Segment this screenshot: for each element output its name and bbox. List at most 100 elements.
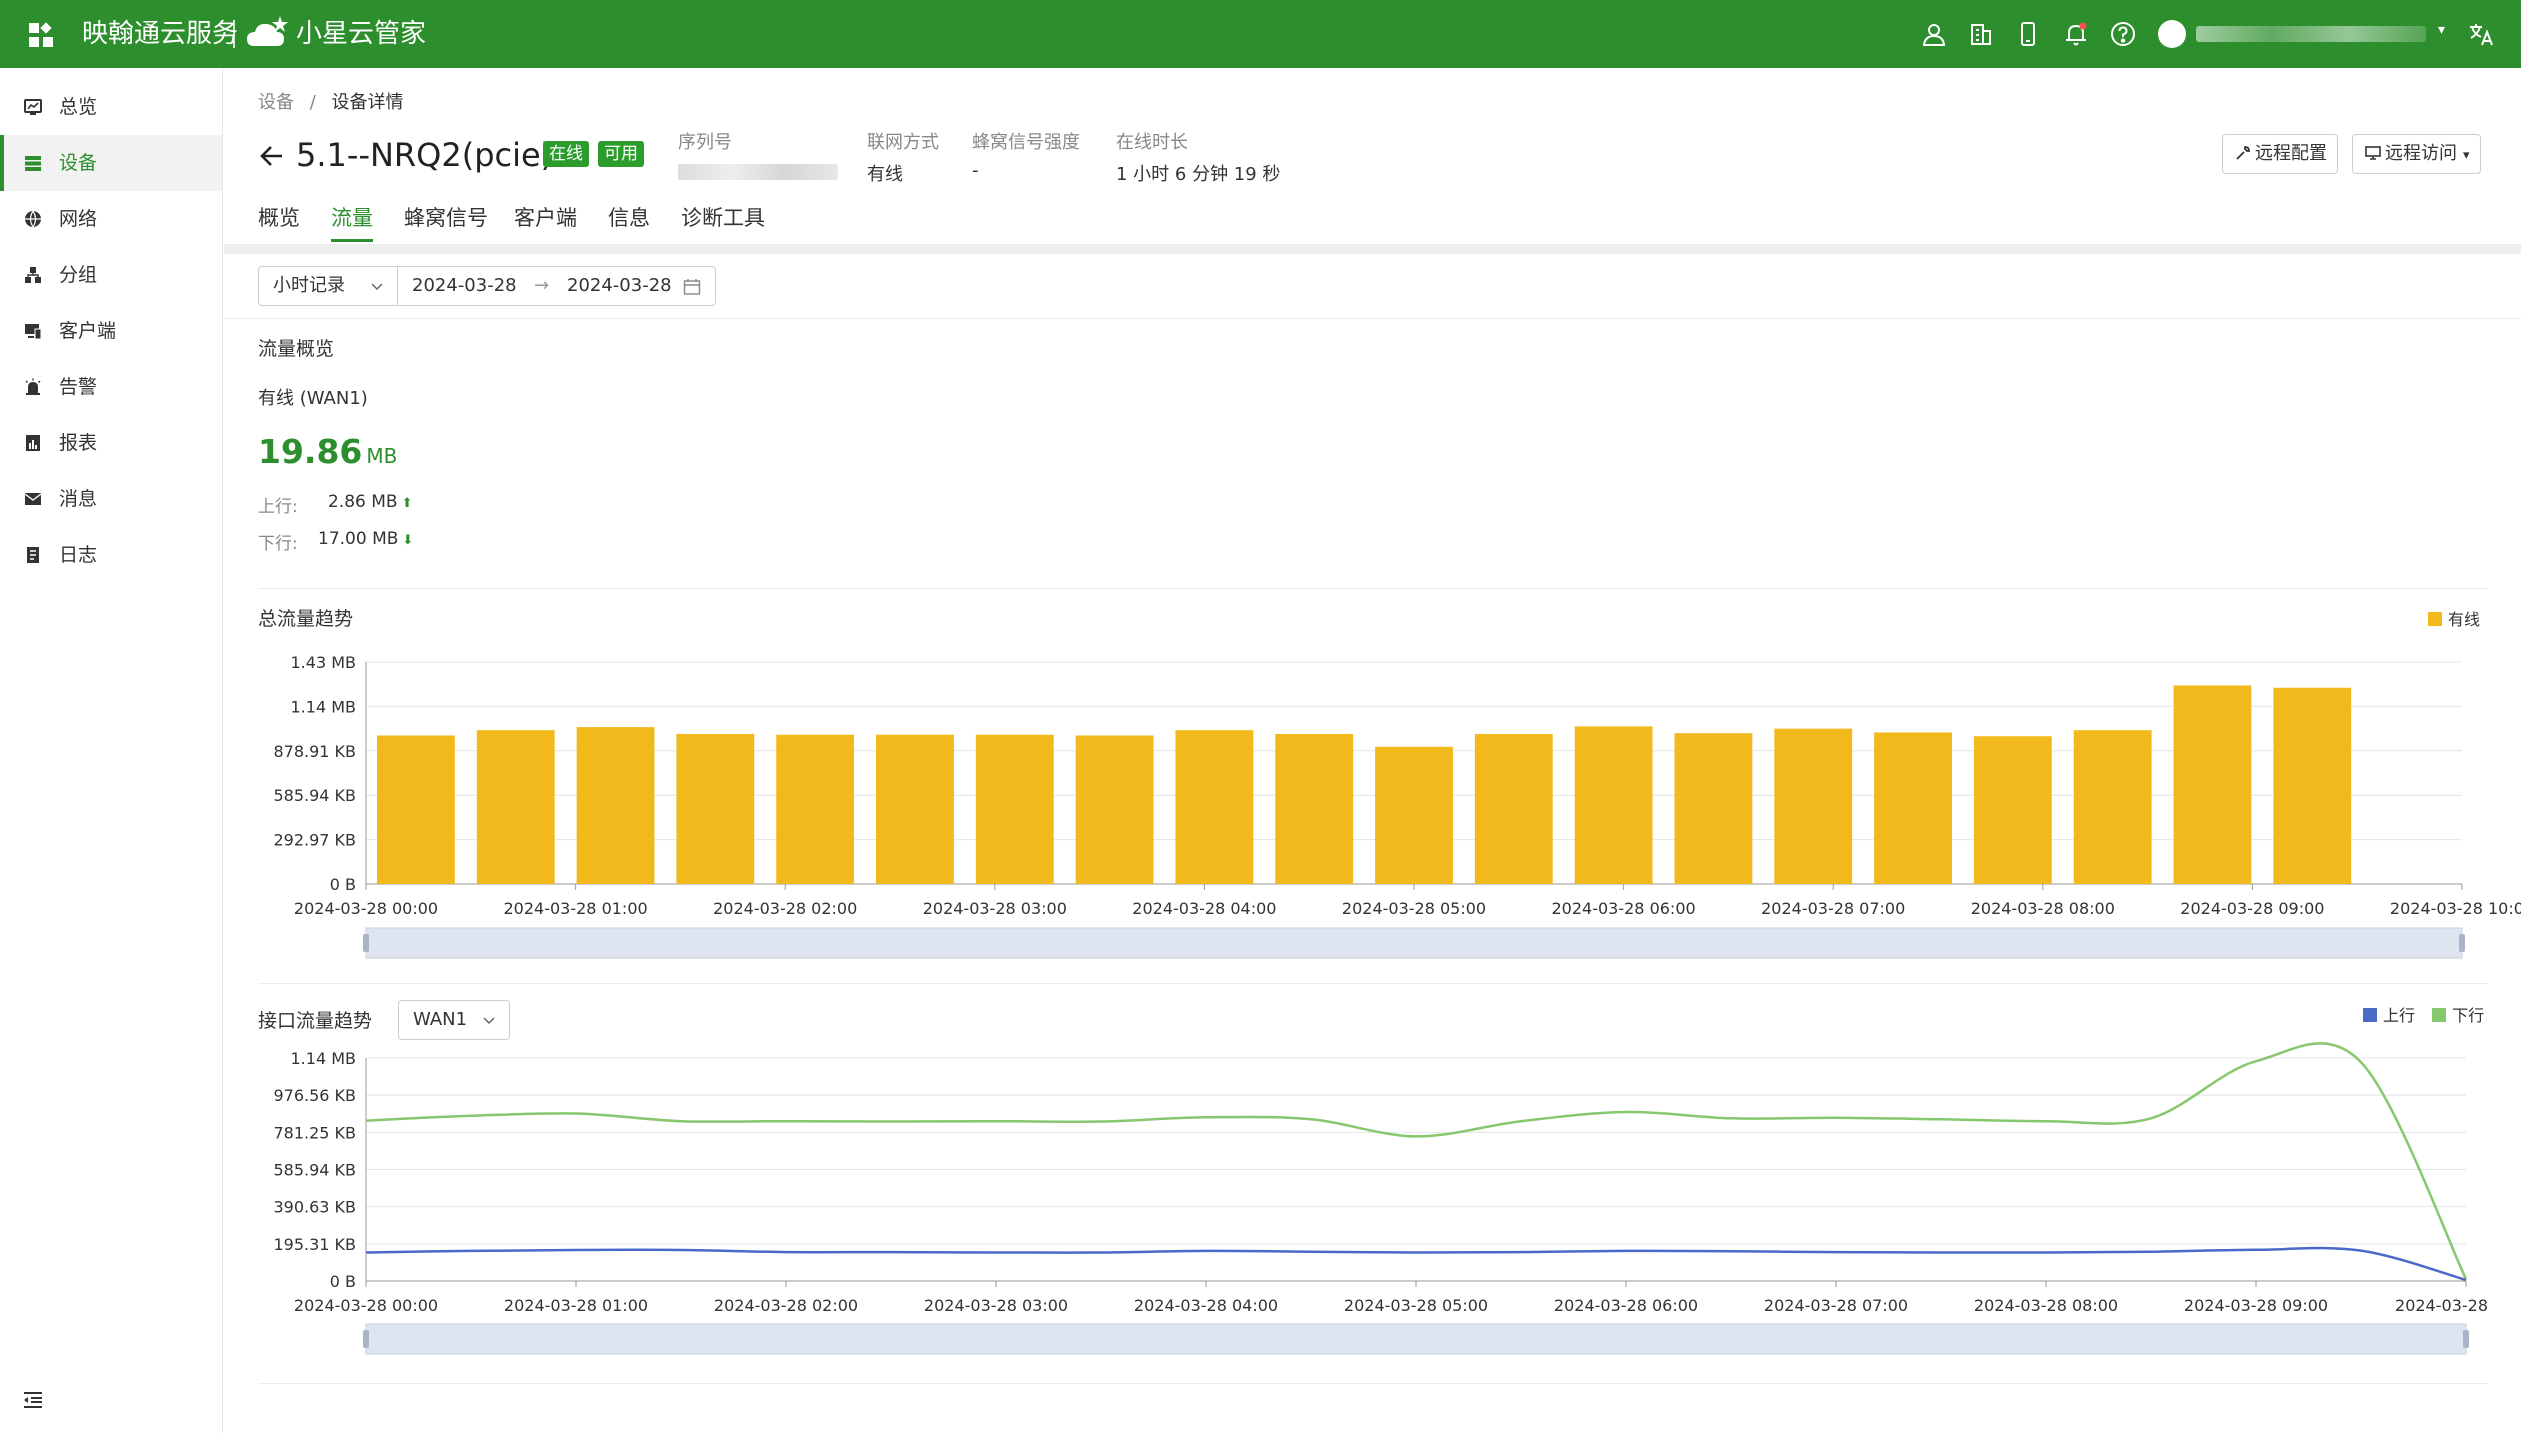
y-tick-label: 781.25 KB xyxy=(273,1123,356,1142)
series-line-upload xyxy=(365,1246,2467,1282)
bar xyxy=(1574,726,1653,884)
mobile-icon[interactable] xyxy=(2015,21,2041,47)
username-blurred[interactable] xyxy=(2196,26,2426,42)
product-title[interactable]: 小星云管家 xyxy=(296,17,426,51)
x-tick-label: 2024-03-28 05:00 xyxy=(1342,899,1486,918)
bar xyxy=(776,734,855,884)
charts-canvas: 0 B 292.97 KB 585.94 KB 878.91 KB 1.14 MB 1.4… xyxy=(273,653,2521,1355)
x-tick-label: 2024-03-28 01:00 xyxy=(504,1296,648,1315)
help-icon[interactable] xyxy=(2110,21,2136,47)
bar xyxy=(1075,735,1154,884)
x-tick-label: 2024-03-28 02:00 xyxy=(713,899,857,918)
collapse-menu-icon[interactable] xyxy=(22,1390,44,1410)
x-tick-label: 2024-03-28 06:00 xyxy=(1554,1296,1698,1315)
bell-icon[interactable] xyxy=(2063,21,2089,47)
bar xyxy=(2073,730,2152,884)
bar xyxy=(876,734,954,884)
apps-icon[interactable] xyxy=(28,22,54,48)
zoom-handle-right xyxy=(2459,934,2465,952)
sidebar-item-report[interactable]: 报表 xyxy=(0,415,222,471)
bar xyxy=(1474,733,1553,884)
alarm-icon xyxy=(25,378,41,395)
x-tick-label: 2024-03-28 03:00 xyxy=(924,1296,1068,1315)
user-icon[interactable] xyxy=(1921,21,1947,47)
x-tick-label: 2024-03-28 06:00 xyxy=(1552,899,1696,918)
x-tick-label: 2024-03-28 xyxy=(2395,1296,2488,1315)
sidebar-item-label: 设备 xyxy=(59,152,98,174)
sidebar-item-label: 客户端 xyxy=(59,320,117,342)
sidebar-item-alarm[interactable]: 告警 xyxy=(0,359,222,415)
report-icon xyxy=(26,435,40,451)
y-tick-label: 1.43 MB xyxy=(291,653,357,672)
top-bar: 映翰通云服务 小星云管家 ▾ xyxy=(0,0,2521,68)
brand-title[interactable]: 映翰通云服务 xyxy=(82,17,238,51)
chevron-down-icon[interactable]: ▾ xyxy=(2438,22,2445,38)
x-tick-label: 2024-03-28 08:00 xyxy=(1974,1296,2118,1315)
translate-icon[interactable] xyxy=(2468,21,2494,47)
cloud-star-icon xyxy=(247,16,288,46)
sidebar-item-group[interactable]: 分组 xyxy=(0,247,222,303)
main-content: 设备 / 设备详情 5.1--NRQ2(pcie) 在线 可用 序列号 联网方式… xyxy=(224,68,2521,1433)
bar xyxy=(2273,687,2352,884)
zoom-handle-right xyxy=(2463,1330,2469,1348)
bar xyxy=(1175,730,1254,884)
x-tick-label: 2024-03-28 03:00 xyxy=(923,899,1067,918)
x-tick-label: 2024-03-28 07:00 xyxy=(1761,899,1905,918)
bar xyxy=(377,735,455,884)
globe-icon xyxy=(25,210,41,228)
sidebar-item-overview[interactable]: 总览 xyxy=(0,79,222,135)
sidebar-item-device[interactable]: 设备 xyxy=(0,135,222,191)
brand-divider xyxy=(233,20,235,48)
y-tick-label: 0 B xyxy=(330,875,356,894)
sidebar-item-label: 分组 xyxy=(59,264,98,286)
y-tick-label: 1.14 MB xyxy=(291,697,357,716)
y-tick-label: 0 B xyxy=(330,1272,356,1291)
bar xyxy=(676,733,755,884)
building-icon[interactable] xyxy=(1968,21,1994,47)
x-tick-label: 2024-03-28 08:00 xyxy=(1971,899,2115,918)
sidebar-item-network[interactable]: 网络 xyxy=(0,191,222,247)
sidebar: 总览 设备 网络 分组 客户端 告警 报表 消息 日志 xyxy=(0,68,223,1433)
bar xyxy=(576,727,655,884)
sidebar-item-log[interactable]: 日志 xyxy=(0,527,222,583)
x-tick-label: 2024-03-28 04:00 xyxy=(1134,1296,1278,1315)
bar xyxy=(2173,685,2252,884)
sidebar-item-label: 报表 xyxy=(59,432,98,454)
zoom-slider xyxy=(365,1323,2467,1355)
sidebar-item-label: 网络 xyxy=(59,208,98,230)
avatar[interactable] xyxy=(2158,20,2186,48)
device-icon xyxy=(25,156,41,171)
sidebar-item-label: 日志 xyxy=(59,544,98,566)
group-icon xyxy=(25,267,41,283)
bar xyxy=(1375,746,1453,884)
mail-icon xyxy=(24,493,42,505)
x-tick-label: 2024-03-28 07:00 xyxy=(1764,1296,1908,1315)
y-tick-label: 585.94 KB xyxy=(273,786,356,805)
y-tick-label: 878.91 KB xyxy=(273,742,356,761)
x-tick-label: 2024-03-28 09:00 xyxy=(2184,1296,2328,1315)
log-icon xyxy=(27,547,39,563)
y-tick-label: 1.14 MB xyxy=(291,1049,357,1068)
x-tick-label: 2024-03-28 01:00 xyxy=(504,899,648,918)
bar xyxy=(975,734,1054,884)
y-tick-label: 976.56 KB xyxy=(273,1086,356,1105)
y-tick-label: 292.97 KB xyxy=(273,831,356,850)
bar xyxy=(1973,736,2052,884)
x-tick-label: 2024-03-28 00:00 xyxy=(294,1296,438,1315)
client-icon xyxy=(25,324,42,340)
sidebar-item-label: 告警 xyxy=(59,376,98,398)
x-tick-label: 2024-03-28 09:00 xyxy=(2180,899,2324,918)
x-tick-label: 2024-03-28 04:00 xyxy=(1132,899,1276,918)
y-tick-label: 195.31 KB xyxy=(273,1235,356,1254)
sidebar-item-client[interactable]: 客户端 xyxy=(0,303,222,359)
dashboard-icon xyxy=(24,99,42,115)
y-tick-label: 585.94 KB xyxy=(273,1161,356,1180)
zoom-slider xyxy=(365,927,2463,959)
bar xyxy=(1674,733,1753,884)
bar xyxy=(1774,728,1853,884)
x-tick-label: 2024-03-28 02:00 xyxy=(714,1296,858,1315)
sidebar-item-message[interactable]: 消息 xyxy=(0,471,222,527)
y-tick-label: 390.63 KB xyxy=(273,1198,356,1217)
x-tick-label: 2024-03-28 00:00 xyxy=(294,899,438,918)
zoom-handle-left xyxy=(363,934,369,952)
